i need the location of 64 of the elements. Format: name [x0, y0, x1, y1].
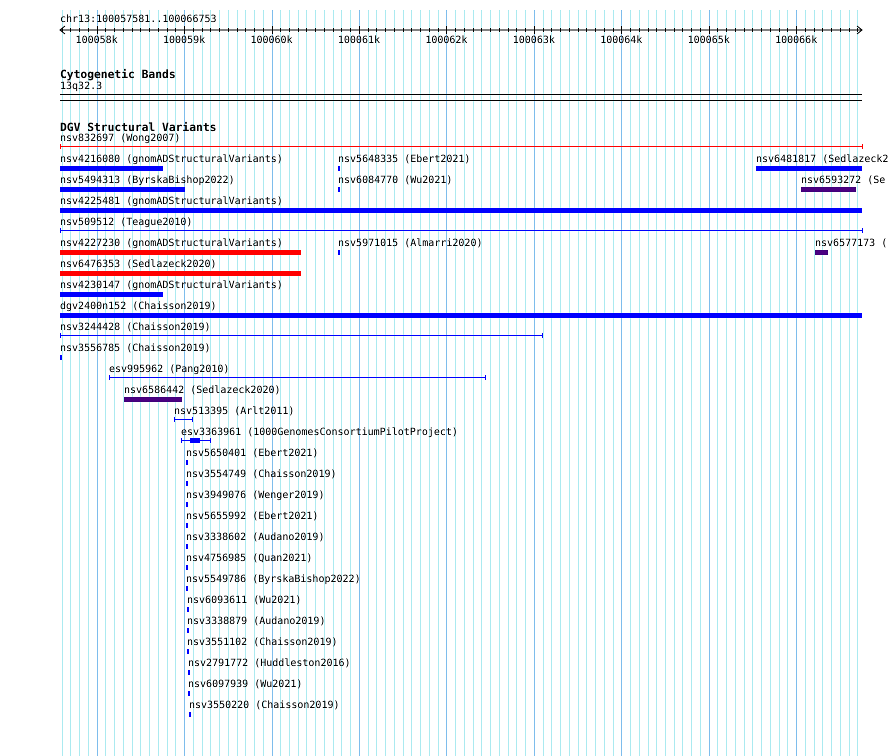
- axis-label: 100064k: [600, 35, 642, 46]
- variant-label[interactable]: esv995962 (Pang2010): [109, 365, 230, 375]
- variant-label[interactable]: nsv6577173 (: [815, 239, 888, 249]
- variant-label[interactable]: nsv3338879 (Audano2019): [187, 617, 326, 627]
- variant-label[interactable]: nsv5549786 (ByrskaBishop2022): [186, 575, 361, 585]
- variant-bar[interactable]: [60, 271, 301, 276]
- variant-label[interactable]: nsv3554749 (Chaisson2019): [186, 470, 337, 480]
- track-title: DGV Structural Variants: [60, 121, 218, 134]
- variant-label[interactable]: nsv3338602 (Audano2019): [186, 533, 324, 543]
- axis-label: 100062k: [425, 35, 468, 46]
- variant-label[interactable]: nsv509512 (Teague2010): [60, 218, 192, 228]
- variant-label[interactable]: nsv832697 (Wong2007): [60, 134, 180, 144]
- variant-label[interactable]: nsv6093611 (Wu2021): [187, 596, 302, 606]
- region-label: chr13:100057581..100066753: [60, 14, 218, 25]
- axis-label: 100066k: [775, 35, 818, 46]
- variant-span[interactable]: [60, 144, 864, 150]
- variant-label[interactable]: nsv6097939 (Wu2021): [188, 680, 302, 690]
- variant-label[interactable]: nsv3556785 (Chaisson2019): [60, 344, 211, 354]
- variant-label[interactable]: nsv2791772 (Huddleston2016): [188, 659, 351, 669]
- variant-label[interactable]: nsv6084770 (Wu2021): [338, 176, 452, 186]
- variant-label[interactable]: nsv5650401 (Ebert2021): [186, 449, 318, 459]
- variant-span[interactable]: [60, 228, 864, 234]
- variant-label[interactable]: nsv6586442 (Sedlazeck2020): [124, 386, 281, 396]
- variant-label[interactable]: nsv6481817 (Sedlazeck2: [756, 155, 888, 165]
- variant-label[interactable]: nsv3949076 (Wenger2019): [186, 491, 324, 501]
- variant-bar[interactable]: [60, 166, 163, 171]
- band-label: 13q32.3: [60, 81, 104, 92]
- variant-label[interactable]: nsv4216080 (gnomADStructuralVariants): [60, 155, 283, 165]
- variant-label[interactable]: esv3363961 (1000GenomesConsortiumPilotProject): [181, 428, 458, 438]
- variant-span[interactable]: [60, 332, 544, 338]
- variant-label[interactable]: nsv6476353 (Sedlazeck2020): [60, 260, 217, 270]
- variant-bar[interactable]: [60, 292, 163, 297]
- axis-label: 100059k: [163, 35, 206, 46]
- variant-bar[interactable]: [801, 187, 856, 192]
- variant-label[interactable]: nsv6593272 (Se: [801, 176, 886, 186]
- variant-bar[interactable]: [815, 250, 828, 255]
- variant-label[interactable]: nsv4756985 (Quan2021): [186, 554, 312, 564]
- variant-label[interactable]: nsv3244428 (Chaisson2019): [60, 323, 211, 333]
- variant-span[interactable]: [108, 374, 486, 380]
- axis-label: 100063k: [512, 35, 555, 46]
- variant-label[interactable]: nsv5648335 (Ebert2021): [338, 155, 470, 165]
- variant-bar[interactable]: [60, 187, 185, 192]
- variant-label[interactable]: nsv5655992 (Ebert2021): [186, 512, 318, 522]
- variant-bar[interactable]: [60, 250, 301, 255]
- variant-label[interactable]: nsv5971015 (Almarri2020): [338, 239, 482, 249]
- variant-label[interactable]: nsv4225481 (gnomADStructuralVariants): [60, 197, 283, 207]
- variant-bar[interactable]: [124, 397, 182, 402]
- variant-span[interactable]: [180, 438, 212, 444]
- variant-span[interactable]: [174, 416, 194, 422]
- axis-label: 100061k: [338, 35, 380, 46]
- variant-label[interactable]: nsv3550220 (Chaisson2019): [189, 701, 340, 711]
- variant-label[interactable]: dgv2400n152 (Chaisson2019): [60, 302, 217, 312]
- variant-label[interactable]: nsv5494313 (ByrskaBishop2022): [60, 176, 235, 186]
- variant-bar[interactable]: [756, 166, 862, 171]
- track-title: Cytogenetic Bands: [60, 68, 177, 81]
- variant-label[interactable]: nsv4227230 (gnomADStructuralVariants): [60, 239, 283, 249]
- variant-label[interactable]: nsv513395 (Arlt2011): [174, 407, 294, 417]
- variant-label[interactable]: nsv4230147 (gnomADStructuralVariants): [60, 281, 283, 291]
- axis-label: 100058k: [76, 35, 118, 46]
- axis-label: 100060k: [250, 35, 293, 46]
- variant-bar[interactable]: [60, 313, 862, 318]
- variant-bar[interactable]: [60, 208, 862, 213]
- axis-label: 100065k: [688, 35, 730, 46]
- variant-label[interactable]: nsv3551102 (Chaisson2019): [187, 638, 338, 648]
